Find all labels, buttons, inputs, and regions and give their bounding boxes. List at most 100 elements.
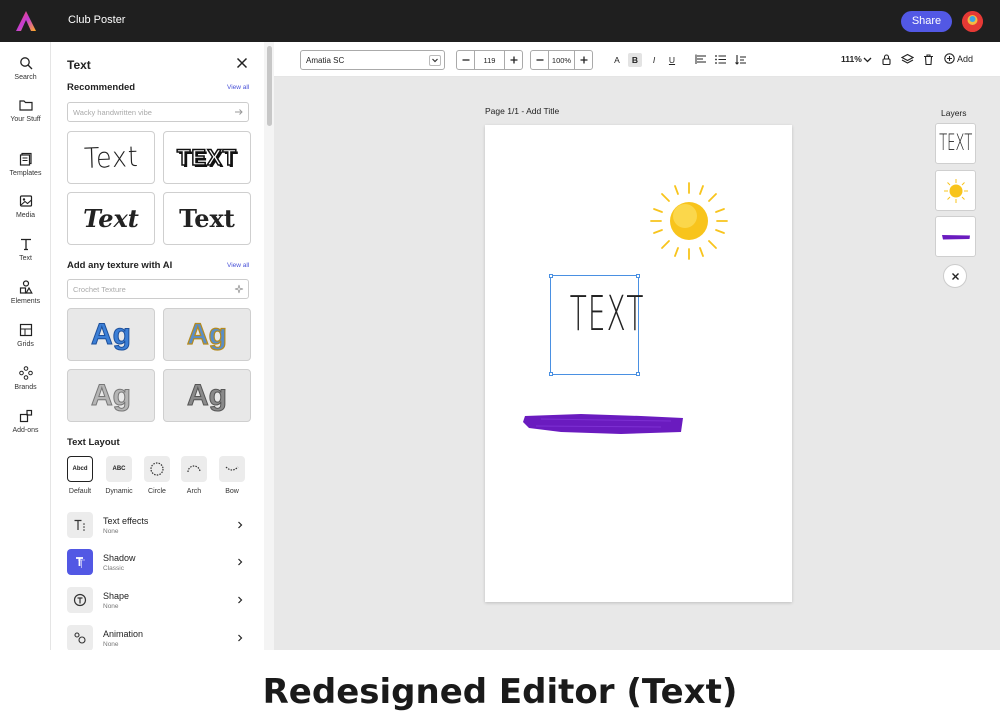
rail-item-brands[interactable]: Brands [0, 366, 51, 406]
italic-button[interactable]: I [647, 53, 661, 67]
align-left-icon[interactable] [695, 53, 708, 66]
arch-text-icon [187, 465, 201, 473]
texture-search-input[interactable]: Crochet Texture [67, 279, 249, 299]
texture-card-gold[interactable]: Ag [163, 308, 251, 361]
property-value: None [103, 528, 119, 535]
opacity-value[interactable]: 100% [548, 51, 575, 69]
underline-button[interactable]: U [665, 53, 679, 67]
adobe-express-logo-icon[interactable] [15, 10, 37, 32]
layer-thumb-label: Text [938, 131, 973, 156]
rail-item-elements[interactable]: Elements [0, 280, 51, 320]
add-button[interactable]: Add [944, 53, 973, 64]
trash-icon[interactable] [922, 53, 935, 66]
page-label[interactable]: Page 1/1 - Add Title [485, 106, 559, 116]
text-tool-icon [20, 238, 31, 251]
text-style-card-serif[interactable]: Text [163, 192, 251, 245]
opacity-decrease-button[interactable] [531, 51, 548, 69]
editor-app: Club Poster Share Search Your Stuff Temp… [0, 0, 1000, 650]
chevron-right-icon [238, 596, 243, 604]
rail-item-add-ons[interactable]: Add-ons [0, 409, 51, 449]
avatar[interactable] [962, 11, 983, 32]
document-title[interactable]: Club Poster [68, 14, 125, 26]
resize-handle[interactable] [549, 372, 553, 376]
recommended-view-all-link[interactable]: View all [227, 84, 249, 91]
layout-option-bow[interactable]: Bow [212, 456, 252, 495]
close-icon [951, 272, 959, 280]
text-effects-row[interactable]: Text effects None [67, 512, 249, 542]
text-style-card-script[interactable]: Text [67, 192, 155, 245]
rail-item-text[interactable]: Text [0, 237, 51, 277]
layout-option-circle[interactable]: Circle [137, 456, 177, 495]
share-button[interactable]: Share [901, 11, 952, 32]
panel-title: Text [67, 58, 91, 72]
texture-card-blue[interactable]: Ag [67, 308, 155, 361]
chevron-down-icon[interactable] [861, 53, 874, 66]
arrow-right-icon[interactable] [234, 107, 244, 117]
layer-thumb-brush[interactable] [935, 216, 976, 257]
sparkle-icon[interactable] [234, 284, 244, 294]
texture-card-stone[interactable]: Ag [163, 369, 251, 422]
bow-text-icon [225, 466, 239, 471]
media-icon [19, 195, 32, 207]
shape-row[interactable]: Shape None [67, 587, 249, 617]
scrollbar-thumb[interactable] [267, 46, 272, 126]
layout-label: Circle [148, 488, 166, 495]
opacity-stepper[interactable]: 100% [530, 50, 593, 70]
layout-option-default[interactable]: Abcd Default [60, 456, 100, 495]
layout-option-dynamic[interactable]: ABC Dynamic [99, 456, 139, 495]
close-icon[interactable] [235, 56, 249, 70]
animation-row[interactable]: Animation None [67, 625, 249, 650]
font-size-value[interactable]: 119 [474, 51, 505, 69]
text-style-card-outline[interactable]: Text [163, 131, 251, 184]
search-placeholder: Crochet Texture [73, 285, 126, 294]
layers-icon[interactable] [901, 53, 914, 66]
resize-handle[interactable] [636, 274, 640, 278]
property-value: None [103, 603, 119, 610]
search-icon [19, 57, 32, 70]
texture-view-all-link[interactable]: View all [227, 262, 249, 269]
lock-icon[interactable] [880, 53, 893, 66]
rail-item-grids[interactable]: Grids [0, 323, 51, 363]
layout-label: Dynamic [105, 488, 133, 495]
font-size-increase-button[interactable] [505, 51, 522, 69]
layers-close-button[interactable] [943, 264, 967, 288]
layer-thumb-sun[interactable] [935, 170, 976, 211]
rail-item-your-stuff[interactable]: Your Stuff [0, 98, 51, 138]
recommended-search-input[interactable]: Wacky handwritten vibe [67, 102, 249, 122]
font-size-stepper[interactable]: 119 [456, 50, 523, 70]
texture-card-silver[interactable]: Ag [67, 369, 155, 422]
rail-item-templates[interactable]: Templates [0, 152, 51, 192]
resize-handle[interactable] [636, 372, 640, 376]
brands-icon [18, 366, 33, 380]
templates-icon [19, 152, 32, 166]
plus-icon [580, 56, 587, 64]
texture-preview: Ag [91, 378, 132, 412]
text-style-preview: Text [176, 144, 238, 171]
spacing-icon[interactable] [734, 53, 747, 66]
shadow-row[interactable]: Shadow Classic [67, 549, 249, 579]
sun-graphic-icon[interactable] [649, 181, 729, 261]
brush-stroke-graphic-icon[interactable] [521, 410, 686, 438]
zoom-dropdown[interactable]: 111% [841, 54, 862, 64]
selected-text-box[interactable]: Text [549, 274, 644, 376]
font-color-button[interactable]: A [610, 53, 624, 67]
rail-item-media[interactable]: Media [0, 194, 51, 234]
layer-thumb-text[interactable]: Text [935, 123, 976, 164]
opacity-increase-button[interactable] [575, 51, 592, 69]
rail-label: Grids [17, 341, 34, 348]
layout-label: Default [68, 488, 92, 495]
font-size-decrease-button[interactable] [457, 51, 474, 69]
poster-page[interactable]: Text [485, 125, 792, 602]
resize-handle[interactable] [549, 274, 553, 278]
canvas-area[interactable]: Page 1/1 - Add Title TEXT Layers [274, 77, 1000, 650]
canvas-text[interactable]: Text [570, 286, 644, 342]
text-style-card-handwritten[interactable]: Text [67, 131, 155, 184]
layout-option-arch[interactable]: Arch [174, 456, 214, 495]
bold-button[interactable]: B [628, 53, 642, 67]
shadow-pic [67, 549, 93, 575]
panel-scrollbar[interactable] [264, 42, 274, 650]
font-family-select[interactable]: Amatia SC [300, 50, 445, 70]
avatar-image-icon [962, 11, 983, 32]
list-icon[interactable] [714, 53, 727, 66]
rail-item-search[interactable]: Search [0, 56, 51, 96]
